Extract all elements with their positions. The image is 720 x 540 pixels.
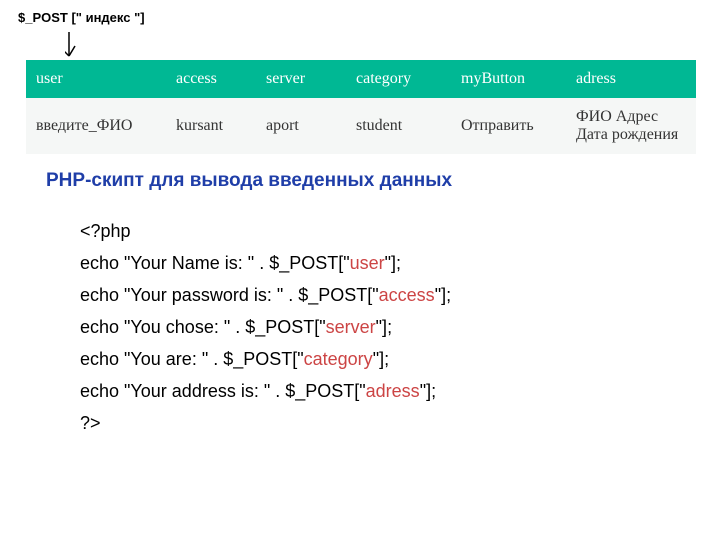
code-line-close: ?> (80, 407, 451, 439)
php-code-block: <?php echo "Your Name is: " . $_POST["us… (80, 215, 451, 439)
cell-mybutton: Отправить (451, 98, 566, 154)
code-line-open: <?php (80, 215, 451, 247)
cell-access: kursant (166, 98, 256, 154)
table-row: введите_ФИО kursant aport student Отправ… (26, 98, 696, 154)
cell-user: введите_ФИО (26, 98, 166, 154)
col-header-access: access (166, 60, 256, 98)
cell-category: student (346, 98, 451, 154)
section-heading: PHP-скипт для вывода введенных данных (46, 170, 452, 192)
code-line: echo "You chose: " . $_POST["server"]; (80, 311, 451, 343)
code-line: echo "Your password is: " . $_POST["acce… (80, 279, 451, 311)
col-header-category: category (346, 60, 451, 98)
code-line: echo "Your address is: " . $_POST["adres… (80, 375, 451, 407)
col-header-adress: adress (566, 60, 696, 98)
code-line: echo "Your Name is: " . $_POST["user"]; (80, 247, 451, 279)
code-line: echo "You are: " . $_POST["category"]; (80, 343, 451, 375)
cell-server: aport (256, 98, 346, 154)
col-header-user: user (26, 60, 166, 98)
cell-adress: ФИО Адрес Дата рождения (566, 98, 696, 154)
col-header-mybutton: myButton (451, 60, 566, 98)
post-index-annotation: $_POST [" индекс "] (18, 10, 145, 25)
post-fields-table: user access server category myButton adr… (26, 60, 696, 154)
col-header-server: server (256, 60, 346, 98)
table-header-row: user access server category myButton adr… (26, 60, 696, 98)
